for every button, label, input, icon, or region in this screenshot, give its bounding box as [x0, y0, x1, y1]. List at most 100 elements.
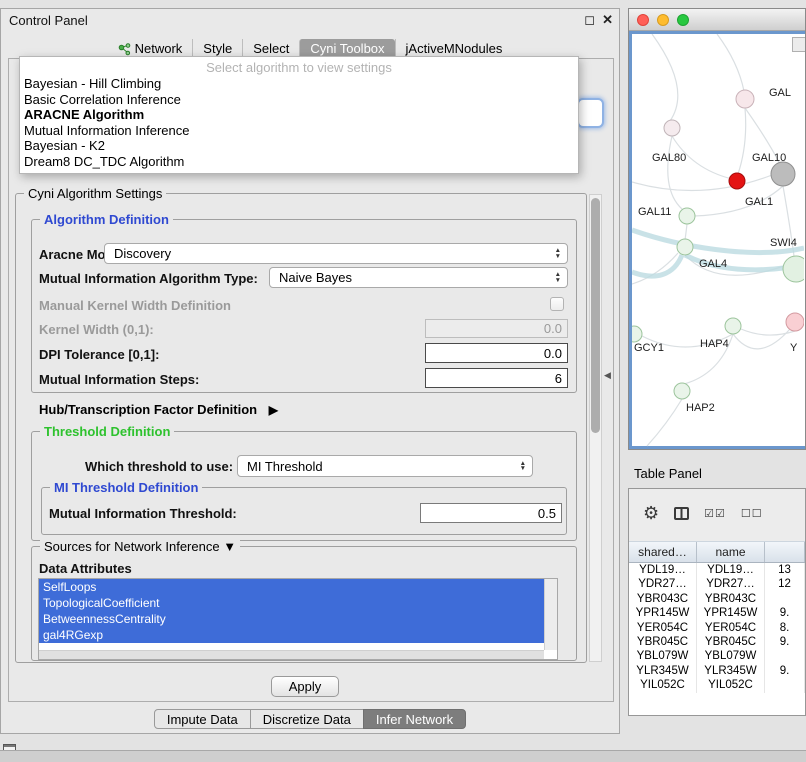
kernel-width-value: 0.0	[544, 321, 562, 336]
control-panel-titlebar[interactable]: Control Panel ◻ ✕	[1, 9, 619, 31]
algorithm-option[interactable]: Basic Correlation Inference	[20, 92, 578, 108]
network-node[interactable]	[786, 313, 804, 331]
network-node[interactable]	[725, 318, 741, 334]
float-window-icon[interactable]: ◻	[584, 12, 595, 28]
close-traffic-light-icon[interactable]	[637, 14, 649, 26]
table-cell: YDL19…	[697, 563, 765, 577]
data-attribute-item[interactable]: BetweennessCentrality	[39, 611, 544, 627]
network-node-label: GCY1	[634, 342, 664, 354]
table-cell: YBL079W	[697, 649, 765, 663]
network-node[interactable]	[664, 120, 680, 136]
table-cell: 9.	[765, 606, 805, 620]
mi-threshold-field[interactable]: 0.5	[420, 503, 562, 523]
network-node[interactable]	[736, 90, 754, 108]
dpi-tolerance-label: DPI Tolerance [0,1]:	[39, 347, 159, 362]
network-edge[interactable]	[632, 175, 772, 191]
table-cell: YLR345W	[629, 664, 697, 678]
bottom-tab-impute-data[interactable]: Impute Data	[154, 709, 251, 729]
dpi-tolerance-field[interactable]: 0.0	[425, 343, 568, 363]
which-threshold-value: MI Threshold	[247, 459, 323, 474]
network-edge[interactable]	[733, 329, 790, 349]
table-cell: 13	[765, 563, 805, 577]
network-icon	[118, 43, 131, 56]
network-node-label: GAL11	[638, 206, 671, 218]
table-row[interactable]: YLR345WYLR345W9.	[629, 664, 805, 678]
aracne-mode-select[interactable]: Discovery ▲▼	[104, 243, 568, 264]
collapsed-arrow-icon[interactable]: ▶	[269, 403, 278, 417]
network-graph[interactable]: GALGAL80GAL10GAL11GAL1SWI4GAL4GCY1HAP4HA…	[632, 34, 804, 448]
apply-button[interactable]: Apply	[271, 676, 339, 697]
attr-list-vscrollbar[interactable]	[544, 579, 557, 650]
table-row[interactable]: YER054CYER054C8.	[629, 621, 805, 635]
table-cell: 12	[765, 577, 805, 591]
columns-icon[interactable]	[674, 507, 689, 520]
table-row[interactable]: YBR043CYBR043C	[629, 592, 805, 606]
network-edge-thick[interactable]	[632, 255, 682, 276]
control-panel-window: Control Panel ◻ ✕ NetworkStyleSelectCyni…	[0, 8, 620, 734]
mi-type-select[interactable]: Naive Bayes ▲▼	[269, 267, 568, 288]
network-view-window: GALGAL80GAL10GAL11GAL1SWI4GAL4GCY1HAP4HA…	[628, 8, 806, 450]
manual-kernel-label: Manual Kernel Width Definition	[39, 298, 231, 313]
algorithm-option[interactable]: Bayesian - Hill Climbing	[20, 76, 578, 92]
network-node[interactable]	[679, 208, 695, 224]
table-row[interactable]: YDR27…YDR27…12	[629, 577, 805, 591]
zoom-traffic-light-icon[interactable]	[677, 14, 689, 26]
settings-scrollbar-thumb[interactable]	[591, 198, 600, 433]
network-node[interactable]	[677, 239, 693, 255]
birdseye-toggle-icon[interactable]	[792, 37, 805, 52]
table-row[interactable]: YDL19…YDL19…13	[629, 563, 805, 577]
threshold-definition-title: Threshold Definition	[40, 424, 174, 439]
table-row[interactable]: YIL052CYIL052C	[629, 678, 805, 692]
gear-icon[interactable]: ⚙	[643, 504, 659, 522]
kernel-width-field[interactable]: 0.0	[425, 319, 568, 338]
data-attribute-item[interactable]: SelfLoops	[39, 579, 544, 595]
close-icon[interactable]: ✕	[602, 12, 613, 28]
checked-boxes-icon[interactable]: ☑☑	[704, 507, 726, 520]
network-edge[interactable]	[717, 34, 744, 91]
which-threshold-select[interactable]: MI Threshold ▲▼	[237, 455, 533, 477]
algorithm-option[interactable]: Dream8 DC_TDC Algorithm	[20, 154, 578, 170]
bottom-tab-discretize-data[interactable]: Discretize Data	[250, 709, 364, 729]
network-node[interactable]	[674, 383, 690, 399]
network-canvas[interactable]: GALGAL80GAL10GAL11GAL1SWI4GAL4GCY1HAP4HA…	[629, 31, 805, 449]
attr-list-hscrollbar[interactable]	[39, 650, 544, 659]
minimize-traffic-light-icon[interactable]	[657, 14, 669, 26]
table-toolbar: ⚙ ☑☑ ☐☐	[629, 489, 805, 541]
chevron-updown-icon: ▲▼	[555, 244, 561, 263]
table-column-header[interactable]: shared…	[629, 542, 697, 562]
data-attribute-item[interactable]: gal4RGexp	[39, 627, 544, 643]
network-node[interactable]	[771, 162, 795, 186]
algorithm-option[interactable]: Bayesian - K2	[20, 138, 578, 154]
table-cell: YBR043C	[629, 592, 697, 606]
algorithm-option[interactable]: ARACNE Algorithm	[20, 107, 578, 123]
network-node[interactable]	[729, 173, 745, 189]
algorithm-option[interactable]: Mutual Information Inference	[20, 123, 578, 139]
network-window-titlebar[interactable]	[629, 9, 805, 31]
table-row[interactable]: YBL079WYBL079W	[629, 649, 805, 663]
table-cell: YDR27…	[629, 577, 697, 591]
network-edge[interactable]	[652, 34, 678, 121]
network-edge[interactable]	[738, 108, 746, 174]
mi-steps-field[interactable]: 6	[425, 368, 568, 388]
network-node[interactable]	[783, 256, 804, 282]
table-column-header[interactable]	[765, 542, 805, 562]
network-edge[interactable]	[685, 224, 687, 240]
bottom-tab-infer-network[interactable]: Infer Network	[363, 709, 466, 729]
mi-threshold-value: 0.5	[538, 506, 556, 521]
network-node-label: SWI4	[770, 237, 797, 249]
table-row[interactable]: YPR145WYPR145W9.	[629, 606, 805, 620]
unchecked-boxes-icon[interactable]: ☐☐	[741, 507, 763, 520]
settings-scrollbar[interactable]	[589, 194, 602, 662]
data-attribute-item[interactable]: TopologicalCoefficient	[39, 595, 544, 611]
network-node[interactable]	[632, 326, 642, 342]
panel-collapse-arrow-icon[interactable]: ◀	[604, 370, 611, 381]
table-column-header[interactable]: name	[697, 542, 765, 562]
expanded-arrow-icon[interactable]: ▼	[223, 539, 236, 554]
algorithm-combo-fragment[interactable]	[577, 98, 604, 128]
table-row[interactable]: YBR045CYBR045C9.	[629, 635, 805, 649]
data-attributes-list[interactable]: SelfLoopsTopologicalCoefficientBetweenne…	[38, 578, 558, 660]
hub-tf-section[interactable]: Hub/Transcription Factor Definition ▶	[39, 402, 278, 417]
manual-kernel-checkbox[interactable]	[550, 297, 564, 311]
table-body: YDL19…YDL19…13YDR27…YDR27…12YBR043CYBR04…	[629, 563, 805, 693]
network-edge[interactable]	[647, 399, 682, 446]
